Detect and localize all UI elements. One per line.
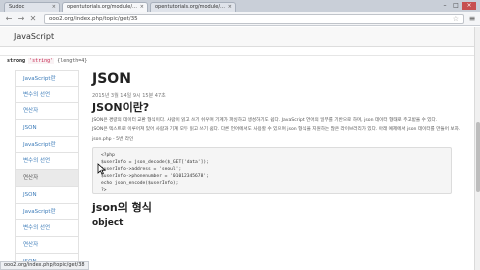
- mouse-pointer-icon: [97, 163, 107, 175]
- page-title: JSON: [92, 71, 131, 87]
- tab-label: opentutorials.org/module/…: [67, 4, 138, 10]
- paragraph: JSON은 경량의 데이터 교환 형식이다. 사람이 읽고 쓰기 쉬우며 기계가…: [92, 118, 438, 123]
- sidebar-item[interactable]: 변수의 선언: [15, 153, 79, 171]
- sidebar-item[interactable]: 변수의 선언: [15, 220, 79, 237]
- breadcrumb: strong 'string' {length=4}: [7, 58, 87, 64]
- sidebar-item[interactable]: 연산자: [15, 236, 79, 254]
- code-line: ?>: [101, 188, 107, 193]
- menu-icon[interactable]: ≡: [467, 14, 477, 24]
- sidebar-item[interactable]: JavaScript란: [15, 136, 79, 154]
- sidebar-item[interactable]: JavaScript란: [15, 203, 79, 221]
- site-brand[interactable]: JavaScript: [14, 32, 54, 41]
- close-tab-icon[interactable]: ×: [140, 4, 144, 10]
- scrollbar[interactable]: [474, 27, 480, 270]
- code-block: <?php $userInfo = json_decode($_GET['data…: [92, 147, 452, 194]
- close-tab-icon[interactable]: ×: [52, 4, 56, 10]
- breadcrumb-suffix: {length=4}: [57, 58, 88, 64]
- forward-icon[interactable]: →: [16, 14, 26, 24]
- code-line: echo json_encode($userInfo);: [101, 181, 179, 186]
- code-line: $userInfo = json_decode($_GET['data']);: [101, 160, 209, 165]
- address-bar[interactable]: ooo2.org/index.php/topic/get/35 ☆: [44, 14, 464, 24]
- code-caption: json.php - 5번 라인: [92, 137, 134, 142]
- sidebar-item[interactable]: 연산자: [15, 103, 79, 121]
- code-line: $userInfo->address = 'seoul';: [101, 167, 182, 172]
- minimize-icon[interactable]: –: [440, 2, 450, 10]
- subsection-heading: object: [92, 218, 124, 228]
- tab-label: opentutorials.org/module/…: [155, 4, 226, 10]
- code-line: <?php: [101, 153, 115, 158]
- tab-third[interactable]: opentutorials.org/module/… ×: [150, 2, 236, 12]
- code-line: $userInfo->phonenumber = '01012345678';: [101, 174, 209, 179]
- close-tab-icon[interactable]: ×: [228, 4, 232, 10]
- sidebar-item[interactable]: 변수의 선언: [15, 86, 79, 104]
- sidebar-item[interactable]: JavaScript란: [15, 70, 79, 87]
- tab-active[interactable]: opentutorials.org/module/… ×: [62, 2, 148, 12]
- tab-label: Sudoc: [9, 4, 25, 10]
- back-icon[interactable]: ←: [4, 14, 14, 24]
- maximize-icon[interactable]: □: [451, 2, 461, 10]
- breadcrumb-prefix: strong: [7, 58, 26, 64]
- address-toolbar: ← → ✕ ooo2.org/index.php/topic/get/35 ☆ …: [0, 12, 480, 26]
- reload-icon[interactable]: ✕: [28, 14, 38, 24]
- sidebar-nav: JavaScript란 변수의 선언 연산자 JSON JavaScript란 …: [15, 70, 79, 270]
- scrollbar-thumb[interactable]: [476, 122, 480, 192]
- close-window-icon[interactable]: ×: [462, 2, 476, 10]
- status-url: ooo2.org/index.php/topic/get/38: [0, 261, 89, 270]
- breadcrumb-code: 'string': [28, 58, 55, 64]
- bookmark-star-icon[interactable]: ☆: [453, 15, 459, 23]
- sidebar-item[interactable]: JSON: [15, 186, 79, 204]
- tab-bar: Sudoc × opentutorials.org/module/… × ope…: [0, 0, 480, 12]
- sidebar-item-active[interactable]: 연산자: [15, 170, 79, 187]
- site-navbar: JavaScript: [0, 27, 474, 47]
- sidebar-item[interactable]: JSON: [15, 120, 79, 137]
- url-text: ooo2.org/index.php/topic/get/35: [49, 16, 138, 22]
- divider: [0, 55, 474, 56]
- window-controls: – □ ×: [440, 2, 476, 10]
- section-heading: JSON이란?: [92, 101, 150, 114]
- article: JSON 2015년 3월 14일 9시 15분 47초 JSON이란? JSO…: [92, 70, 462, 228]
- post-date: 2015년 3월 14일 9시 15분 47초: [92, 93, 166, 99]
- section-heading: json의 형식: [92, 201, 152, 214]
- paragraph: JSON은 텍스트로 이루어져 있어 사람과 기계 모두 읽고 쓰기 쉽다. 다…: [92, 127, 461, 132]
- tab-sudoc[interactable]: Sudoc ×: [4, 2, 60, 12]
